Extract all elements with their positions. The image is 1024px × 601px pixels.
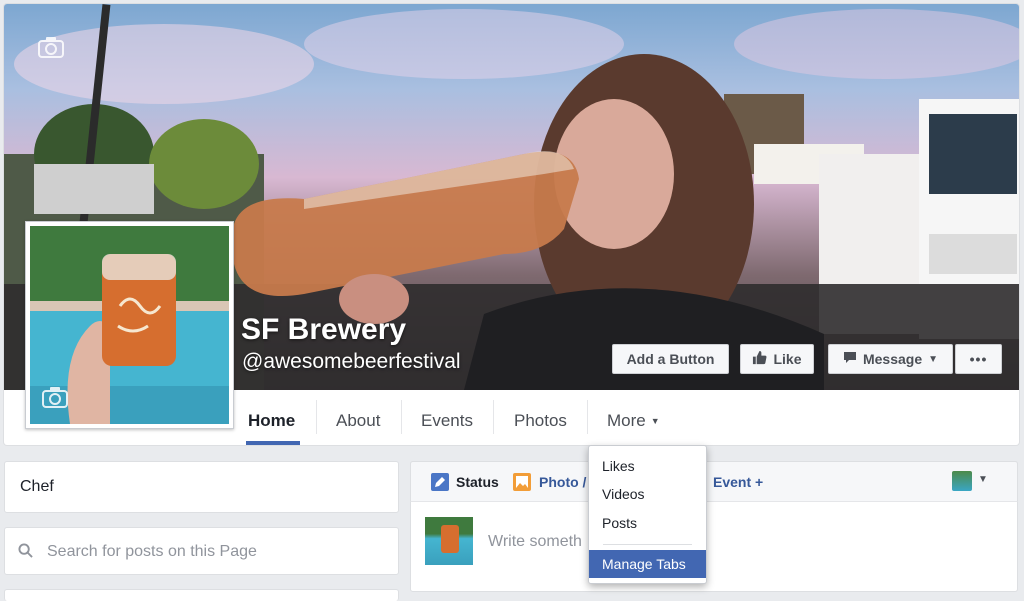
- composer-photo-tab[interactable]: Photo /: [539, 474, 586, 490]
- more-options-label: •••: [969, 351, 988, 367]
- message-button-label: Message: [862, 351, 923, 367]
- category-label[interactable]: Chef: [20, 478, 54, 496]
- add-a-button-button[interactable]: Add a Button: [612, 344, 729, 374]
- tab-divider: [587, 400, 588, 434]
- search-icon: [18, 543, 33, 563]
- page-avatar-small[interactable]: [952, 471, 972, 491]
- caret-down-icon: ▼: [650, 416, 660, 426]
- menu-divider: [603, 544, 692, 545]
- profile-picture-frame[interactable]: [25, 221, 234, 429]
- menu-item-manage-tabs[interactable]: Manage Tabs: [589, 550, 706, 578]
- composer-avatar: [425, 517, 473, 565]
- active-tab-indicator: [246, 441, 300, 445]
- more-options-button[interactable]: •••: [955, 344, 1002, 374]
- caret-down-icon[interactable]: ▼: [978, 474, 988, 485]
- composer-status-tab[interactable]: Status: [456, 474, 499, 490]
- caret-down-icon: ▼: [928, 353, 939, 365]
- like-button[interactable]: Like: [740, 344, 814, 374]
- thumbs-up-icon: [752, 350, 767, 368]
- profile-picture[interactable]: [30, 226, 229, 424]
- left-card-partial: [4, 589, 399, 601]
- tab-divider: [401, 400, 402, 434]
- tab-divider: [493, 400, 494, 434]
- like-button-label: Like: [773, 351, 802, 367]
- tab-events[interactable]: Events: [421, 396, 473, 446]
- tab-about[interactable]: About: [336, 396, 380, 446]
- photo-icon: [513, 473, 531, 496]
- composer-avatar-glass: [441, 525, 459, 553]
- cover-card: [4, 4, 1019, 445]
- add-a-button-label: Add a Button: [626, 351, 715, 367]
- manage-tabs-label: Manage Tabs: [602, 556, 686, 572]
- camera-icon[interactable]: [38, 36, 64, 58]
- composer-event-tab[interactable]: Event +: [713, 474, 763, 490]
- composer-input[interactable]: Write someth: [488, 533, 582, 551]
- menu-item-posts[interactable]: Posts: [602, 515, 637, 531]
- camera-icon[interactable]: [42, 386, 68, 408]
- search-posts-input[interactable]: Search for posts on this Page: [4, 527, 399, 575]
- menu-item-likes[interactable]: Likes: [602, 458, 635, 474]
- message-button[interactable]: Message ▼: [828, 344, 953, 374]
- tab-photos[interactable]: Photos: [514, 396, 567, 446]
- page-title[interactable]: SF Brewery: [241, 313, 406, 347]
- category-card: Chef: [4, 461, 399, 513]
- composer-tabs-bar: Status Photo / Event + ▼: [410, 461, 1018, 502]
- message-icon: [843, 351, 857, 367]
- tab-more-label: More: [607, 411, 646, 430]
- menu-item-videos[interactable]: Videos: [602, 486, 645, 502]
- search-posts-placeholder: Search for posts on this Page: [47, 543, 257, 560]
- tab-more[interactable]: More ▼: [607, 396, 660, 446]
- page-handle[interactable]: @awesomebeerfestival: [242, 350, 461, 374]
- tab-divider: [316, 400, 317, 434]
- pencil-icon: [431, 473, 449, 496]
- tab-home[interactable]: Home: [248, 396, 295, 446]
